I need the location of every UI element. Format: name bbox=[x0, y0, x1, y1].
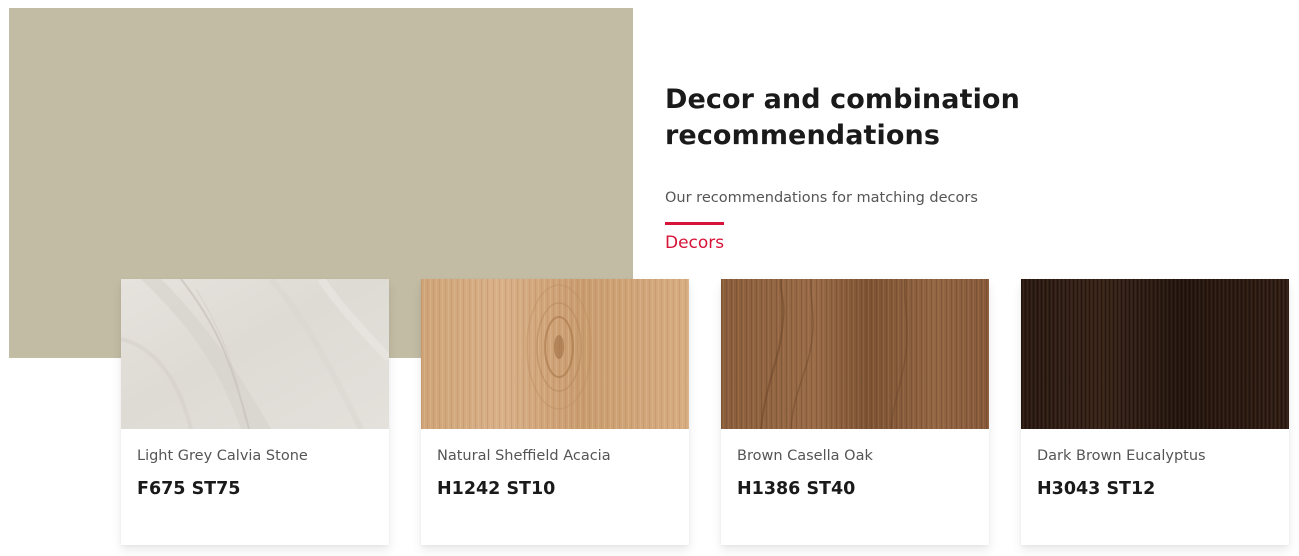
decor-card[interactable]: Natural Sheffield Acacia H1242 ST10 bbox=[421, 279, 689, 545]
decor-name: Natural Sheffield Acacia bbox=[437, 448, 611, 464]
decor-code: H1386 ST40 bbox=[737, 479, 856, 499]
decor-name: Dark Brown Eucalyptus bbox=[1037, 448, 1206, 464]
intro-block: Decor and combination recommendations Ou… bbox=[665, 82, 1285, 208]
decor-card[interactable]: Light Grey Calvia Stone F675 ST75 bbox=[121, 279, 389, 545]
decor-image-natural-acacia-wood bbox=[421, 279, 689, 429]
decor-card-list: Light Grey Calvia Stone F675 ST75 Natura… bbox=[0, 279, 1299, 549]
decor-image-dark-brown-eucalyptus-wood bbox=[1021, 279, 1289, 429]
decor-image-brown-oak-wood bbox=[721, 279, 989, 429]
decor-card[interactable]: Brown Casella Oak H1386 ST40 bbox=[721, 279, 989, 545]
decor-name: Light Grey Calvia Stone bbox=[137, 448, 308, 464]
decor-card[interactable]: Dark Brown Eucalyptus H3043 ST12 bbox=[1021, 279, 1289, 545]
decor-name: Brown Casella Oak bbox=[737, 448, 873, 464]
page-title: Decor and combination recommendations bbox=[665, 84, 1020, 151]
decor-code: H1242 ST10 bbox=[437, 479, 556, 499]
decor-code: F675 ST75 bbox=[137, 479, 241, 499]
tab-active-indicator bbox=[665, 222, 724, 225]
decor-code: H3043 ST12 bbox=[1037, 479, 1156, 499]
tab-decors[interactable]: Decors bbox=[665, 222, 724, 254]
tab-label: Decors bbox=[665, 233, 725, 253]
page-subtitle: Our recommendations for matching decors bbox=[665, 190, 978, 206]
decor-image-light-grey-stone bbox=[121, 279, 389, 429]
decor-recommendations-section: Decor and combination recommendations Ou… bbox=[0, 0, 1299, 556]
